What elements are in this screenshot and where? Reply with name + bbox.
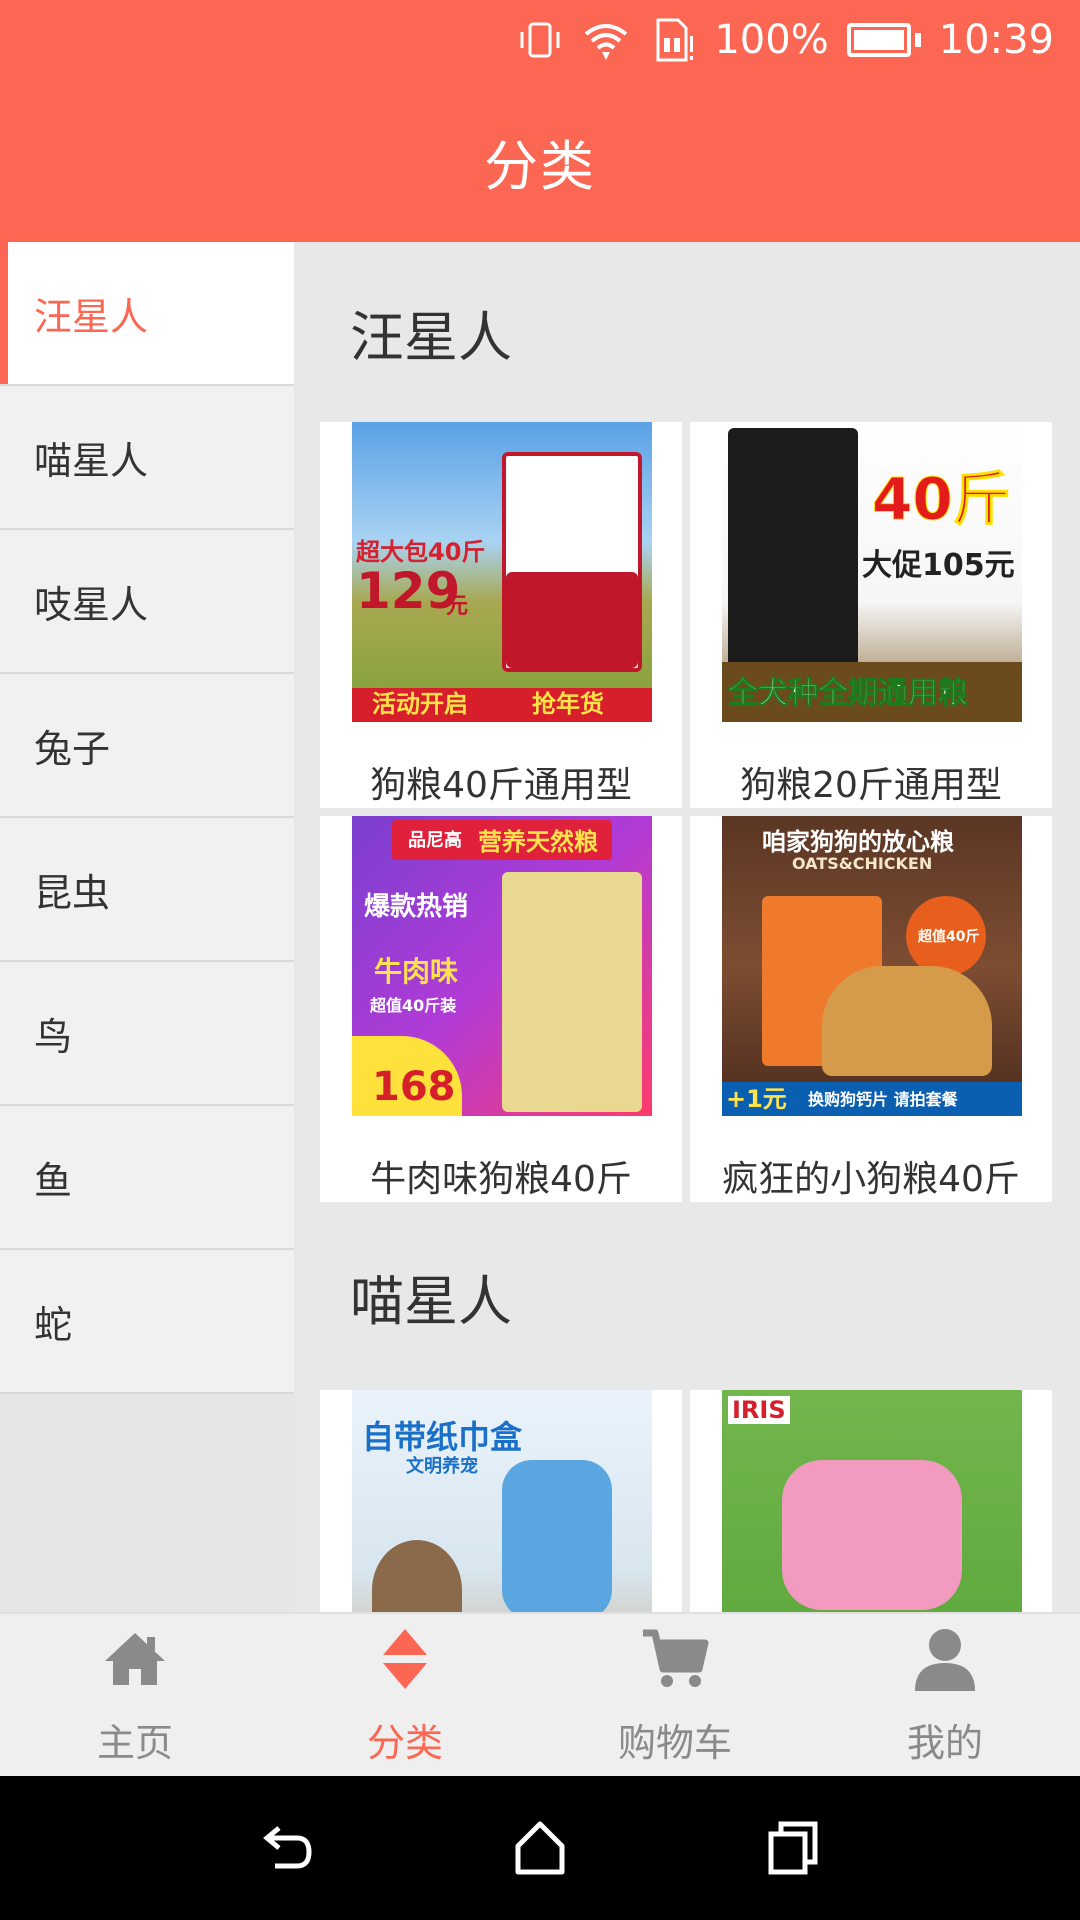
product-list[interactable]: 汪星人 超大包40斤 129 元 活动开启 抢年货 狗粮40斤通用型 40斤 大… [294,242,1080,1612]
status-bar: 100% 10:39 [0,0,1080,80]
product-card[interactable]: 40斤 大促105元 全犬种全期通用粮 狗粮20斤通用型 [690,422,1052,808]
battery-percent: 100% [714,17,829,63]
product-image: IRIS [722,1390,1022,1612]
sidebar-item-label: 吱星人 [34,582,149,627]
sidebar-item-label: 兔子 [34,726,111,771]
product-card[interactable]: 品尼高 营养天然粮 爆款热销 牛肉味 超值40斤装 168 牛肉味狗粮40斤 [320,816,682,1202]
wifi-icon [582,16,630,64]
nav-home[interactable]: 主页 [0,1614,270,1776]
sidebar-item-label: 鱼 [34,1158,73,1203]
sidebar-item-rodents[interactable]: 吱星人 [0,530,294,674]
product-grid: 超大包40斤 129 元 活动开启 抢年货 狗粮40斤通用型 40斤 大促105… [294,422,1080,1202]
sidebar-item-label: 鸟 [34,1014,73,1059]
sidebar-item-label: 喵星人 [34,438,149,483]
cart-icon [639,1623,711,1704]
product-name: 狗粮20斤通用型 [740,765,1002,806]
product-name: 牛肉味狗粮40斤 [370,1159,632,1200]
vibrate-icon [516,16,564,64]
sidebar-item-label: 汪星人 [34,294,149,339]
product-grid: 自带纸巾盒 文明养宠 IRIS [294,1390,1080,1612]
home-outline-icon [515,1821,565,1875]
app-bar: 分类 [0,80,1080,242]
section-title: 喵星人 [350,1269,512,1333]
section-title: 汪星人 [350,305,512,369]
nav-cart[interactable]: 购物车 [540,1614,810,1776]
sort-icon [369,1623,441,1704]
clock: 10:39 [938,17,1054,63]
sidebar-item-cats[interactable]: 喵星人 [0,386,294,530]
nav-profile[interactable]: 我的 [810,1614,1080,1776]
nav-label: 主页 [96,1721,173,1765]
home-icon [99,1623,171,1704]
product-image: 超大包40斤 129 元 活动开启 抢年货 [352,422,652,722]
sidebar-item-fish[interactable]: 鱼 [0,1106,294,1250]
product-card[interactable]: 超大包40斤 129 元 活动开启 抢年货 狗粮40斤通用型 [320,422,682,808]
sidebar-item-insects[interactable]: 昆虫 [0,818,294,962]
user-icon [909,1623,981,1704]
sidebar-item-label: 蛇 [34,1302,73,1347]
sidebar-item-label: 昆虫 [34,870,111,915]
home-button[interactable] [500,1808,580,1888]
back-button[interactable] [247,1808,327,1888]
category-sidebar: 汪星人 喵星人 吱星人 兔子 昆虫 鸟 鱼 蛇 [0,242,294,1612]
product-image: 咱家狗狗的放心粮 OATS&CHICKEN 超值40斤 +1元 换购狗钙片 请拍… [722,816,1022,1116]
product-name: 疯狂的小狗粮40斤 [722,1159,1020,1200]
bottom-nav: 主页 分类 购物车 我的 [0,1612,1080,1776]
sidebar-item-dogs[interactable]: 汪星人 [0,242,294,386]
nav-category[interactable]: 分类 [270,1614,540,1776]
product-card[interactable]: IRIS [690,1390,1052,1612]
product-image: 自带纸巾盒 文明养宠 [352,1390,652,1612]
page-title: 分类 [484,134,596,198]
sim-alert-icon [648,16,696,64]
product-name: 狗粮40斤通用型 [370,765,632,806]
product-image: 40斤 大促105元 全犬种全期通用粮 [722,422,1022,722]
nav-label: 购物车 [617,1721,732,1765]
system-nav-bar [0,1776,1080,1920]
nav-label: 分类 [366,1721,443,1765]
sidebar-item-rabbits[interactable]: 兔子 [0,674,294,818]
nav-label: 我的 [906,1721,983,1765]
product-image: 品尼高 营养天然粮 爆款热销 牛肉味 超值40斤装 168 [352,816,652,1116]
product-card[interactable]: 自带纸巾盒 文明养宠 [320,1390,682,1612]
recents-icon [768,1821,818,1875]
sidebar-item-birds[interactable]: 鸟 [0,962,294,1106]
product-card[interactable]: 咱家狗狗的放心粮 OATS&CHICKEN 超值40斤 +1元 换购狗钙片 请拍… [690,816,1052,1202]
recents-button[interactable] [753,1808,833,1888]
back-icon [262,1826,312,1869]
sidebar-item-snakes[interactable]: 蛇 [0,1250,294,1394]
battery-icon [846,23,921,57]
